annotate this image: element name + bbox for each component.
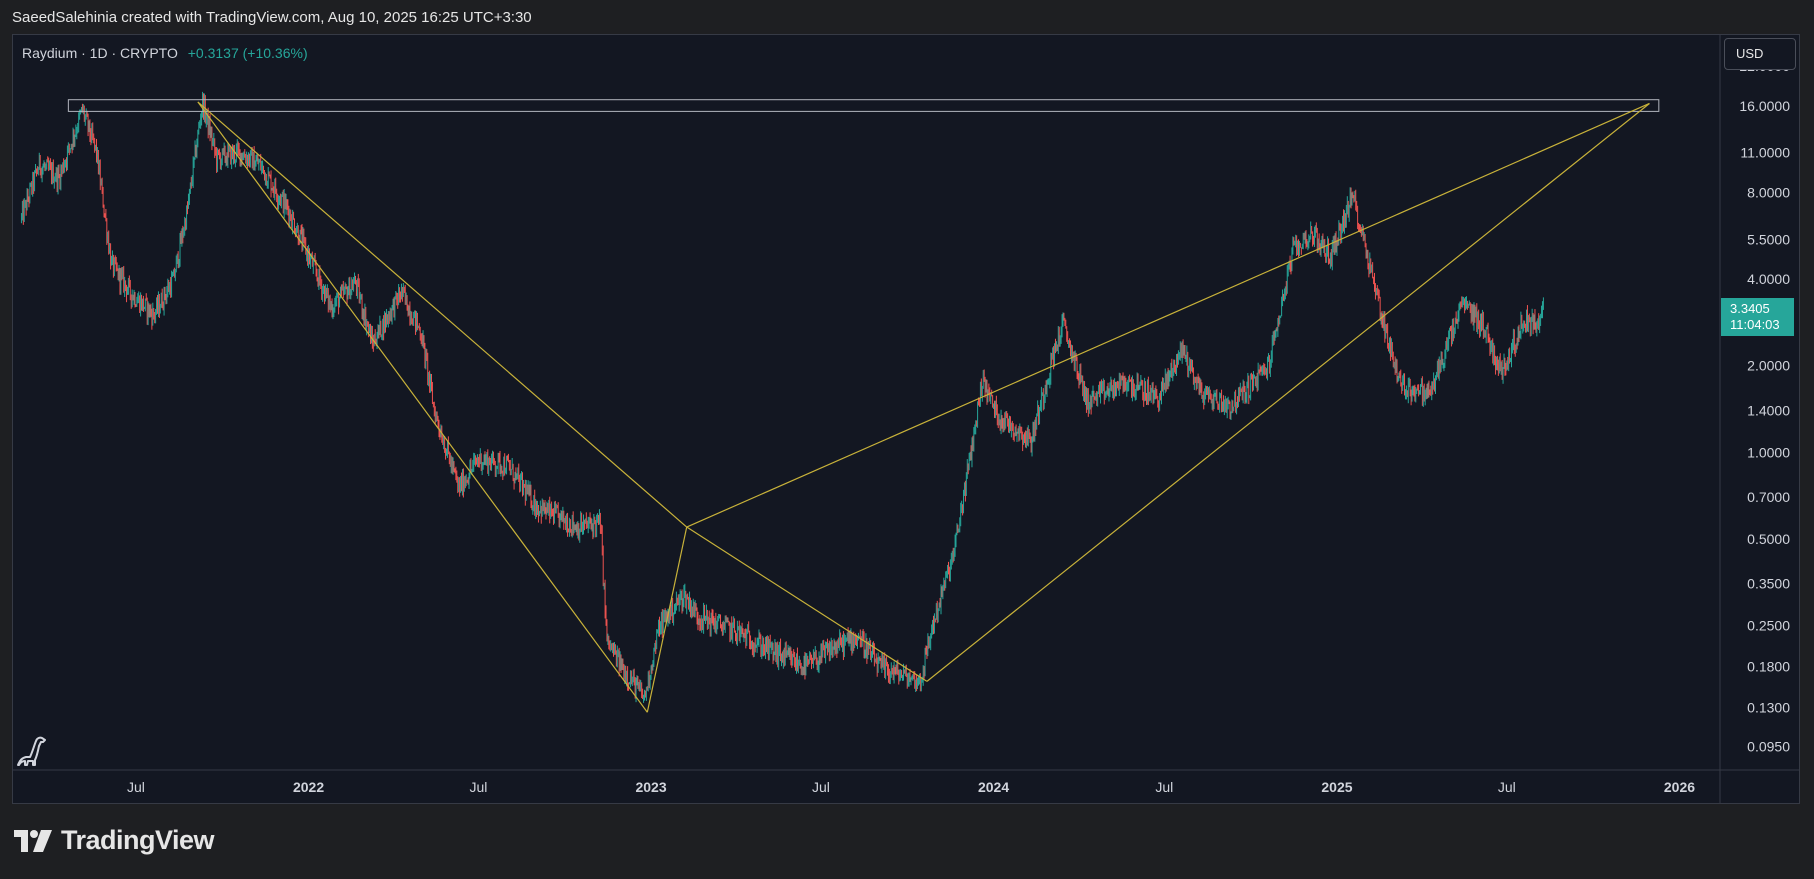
resistance-zone[interactable] xyxy=(67,99,1660,112)
dino-icon[interactable] xyxy=(14,734,48,773)
x-tick-label: Jul xyxy=(469,779,487,795)
y-tick-label: 1.0000 xyxy=(1747,444,1790,460)
x-tick-label: 2025 xyxy=(1321,779,1352,795)
symbol-header: Raydium · 1D · CRYPTO +0.3137 (+10.36%) xyxy=(22,45,308,61)
x-tick-label: 2026 xyxy=(1664,779,1695,795)
pattern-line[interactable] xyxy=(686,102,1650,528)
y-tick-label: 2.0000 xyxy=(1747,358,1790,374)
y-tick-label: 0.7000 xyxy=(1747,489,1790,505)
tradingview-brand[interactable]: TradingView xyxy=(14,825,215,856)
y-tick-label: 16.0000 xyxy=(1739,98,1790,114)
y-tick-label: 0.0950 xyxy=(1747,739,1790,755)
y-tick-label: 8.0000 xyxy=(1747,184,1790,200)
pattern-line[interactable] xyxy=(197,101,648,713)
x-tick-label: Jul xyxy=(1155,779,1173,795)
y-tick-label: 11.0000 xyxy=(1740,145,1790,161)
x-tick-label: Jul xyxy=(812,779,830,795)
currency-button[interactable]: USD xyxy=(1724,38,1796,70)
y-tick-label: 0.2500 xyxy=(1747,618,1790,634)
price-change: +0.3137 (+10.36%) xyxy=(187,45,308,61)
last-price-label: 3.3405 11:04:03 xyxy=(1721,298,1794,336)
x-tick-label: 2022 xyxy=(293,779,324,795)
y-tick-label: 0.5000 xyxy=(1747,531,1790,547)
pattern-line[interactable] xyxy=(197,101,688,528)
y-tick-label: 0.1800 xyxy=(1747,659,1790,675)
pattern-line[interactable] xyxy=(646,526,688,713)
y-tick-label: 1.4000 xyxy=(1747,402,1790,418)
symbol-line[interactable]: Raydium · 1D · CRYPTO xyxy=(22,45,178,61)
y-tick-label: 4.0000 xyxy=(1747,271,1790,287)
x-tick-label: Jul xyxy=(1498,779,1516,795)
candlestick-chart[interactable]: 22.000016.000011.00008.00005.50004.00002… xyxy=(0,0,1814,879)
bar-countdown: 11:04:03 xyxy=(1730,317,1780,332)
y-tick-label: 0.3500 xyxy=(1747,576,1790,592)
brand-name: TradingView xyxy=(61,825,215,855)
tradingview-logo-icon xyxy=(14,829,52,852)
x-tick-label: 2024 xyxy=(978,779,1009,795)
y-tick-label: 0.1300 xyxy=(1747,699,1790,715)
x-tick-label: Jul xyxy=(127,779,145,795)
last-price-value: 3.3405 xyxy=(1730,301,1770,316)
x-tick-label: 2023 xyxy=(635,779,666,795)
pattern-line[interactable] xyxy=(926,103,1650,682)
y-tick-label: 5.5000 xyxy=(1747,231,1790,247)
